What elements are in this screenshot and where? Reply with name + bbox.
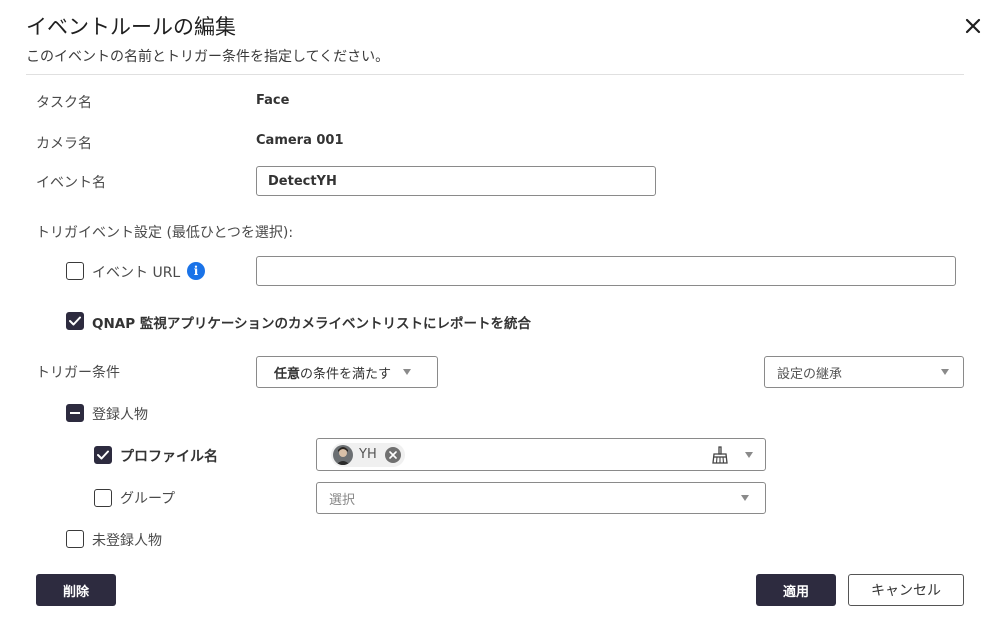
broom-icon[interactable] bbox=[711, 445, 729, 464]
inherit-settings-placeholder: 設定の継承 bbox=[777, 366, 843, 382]
camera-name-value: Camera 001 bbox=[256, 133, 344, 148]
apply-button[interactable]: 適用 bbox=[756, 574, 836, 606]
checkmark-icon bbox=[97, 450, 109, 460]
group-select-placeholder: 選択 bbox=[329, 492, 356, 508]
group-label: グループ bbox=[120, 491, 176, 507]
apply-button-label: 適用 bbox=[782, 584, 809, 600]
task-name-label: タスク名 bbox=[36, 95, 92, 111]
profile-chip: YH bbox=[331, 442, 405, 467]
registered-person-label: 登録人物 bbox=[92, 407, 148, 423]
profile-chip-label: YH bbox=[359, 447, 377, 462]
trigger-settings-heading: トリガイベント設定 (最低ひとつを選択): bbox=[36, 225, 294, 241]
chevron-down-icon bbox=[741, 495, 749, 501]
delete-button[interactable]: 削除 bbox=[36, 574, 116, 606]
event-name-label: イベント名 bbox=[36, 175, 106, 191]
camera-name-label: カメラ名 bbox=[36, 136, 92, 152]
event-url-input[interactable] bbox=[256, 256, 956, 286]
info-icon[interactable]: i bbox=[187, 262, 205, 280]
dialog-title: イベントルールの編集 bbox=[26, 15, 236, 39]
profile-name-select[interactable]: YH bbox=[316, 438, 766, 471]
event-url-label: イベント URL bbox=[92, 265, 181, 281]
profile-name-checkbox[interactable] bbox=[94, 446, 112, 464]
match-condition-text: の条件を満たす bbox=[300, 366, 392, 382]
event-name-input-value: DetectYH bbox=[268, 173, 337, 189]
group-select[interactable]: 選択 bbox=[316, 482, 766, 514]
delete-button-label: 削除 bbox=[62, 584, 89, 600]
checkmark-icon bbox=[69, 316, 81, 326]
integrate-report-checkbox[interactable] bbox=[66, 312, 84, 330]
chevron-down-icon bbox=[941, 369, 949, 375]
unregistered-person-label: 未登録人物 bbox=[92, 533, 162, 549]
profile-name-label: プロファイル名 bbox=[120, 449, 218, 465]
trigger-condition-label: トリガー条件 bbox=[36, 365, 120, 381]
header-divider bbox=[26, 74, 964, 75]
chevron-down-icon bbox=[403, 369, 412, 375]
x-circle-icon[interactable] bbox=[384, 446, 401, 463]
integrate-report-label: QNAP 監視アプリケーションのカメライベントリストにレポートを統合 bbox=[92, 316, 532, 332]
task-name-value: Face bbox=[256, 93, 290, 108]
cancel-button-label: キャンセル bbox=[871, 583, 941, 599]
match-condition-select[interactable]: 任意 の条件を満たす bbox=[256, 356, 438, 388]
unregistered-person-checkbox[interactable] bbox=[66, 530, 84, 548]
avatar bbox=[333, 444, 353, 465]
chevron-down-icon bbox=[745, 451, 753, 458]
close-icon[interactable] bbox=[962, 15, 984, 37]
edit-event-rule-dialog: イベントルールの編集 このイベントの名前とトリガー条件を指定してください。 タス… bbox=[0, 0, 998, 631]
inherit-settings-select[interactable]: 設定の継承 bbox=[764, 356, 964, 388]
registered-person-checkbox[interactable] bbox=[66, 404, 84, 422]
dialog-subtitle: このイベントの名前とトリガー条件を指定してください。 bbox=[26, 49, 390, 65]
minus-icon bbox=[70, 412, 80, 414]
event-name-input[interactable]: DetectYH bbox=[256, 166, 656, 196]
cancel-button[interactable]: キャンセル bbox=[848, 574, 964, 606]
match-condition-bold: 任意 bbox=[274, 366, 301, 382]
event-url-checkbox[interactable] bbox=[66, 262, 84, 280]
group-checkbox[interactable] bbox=[94, 489, 112, 507]
